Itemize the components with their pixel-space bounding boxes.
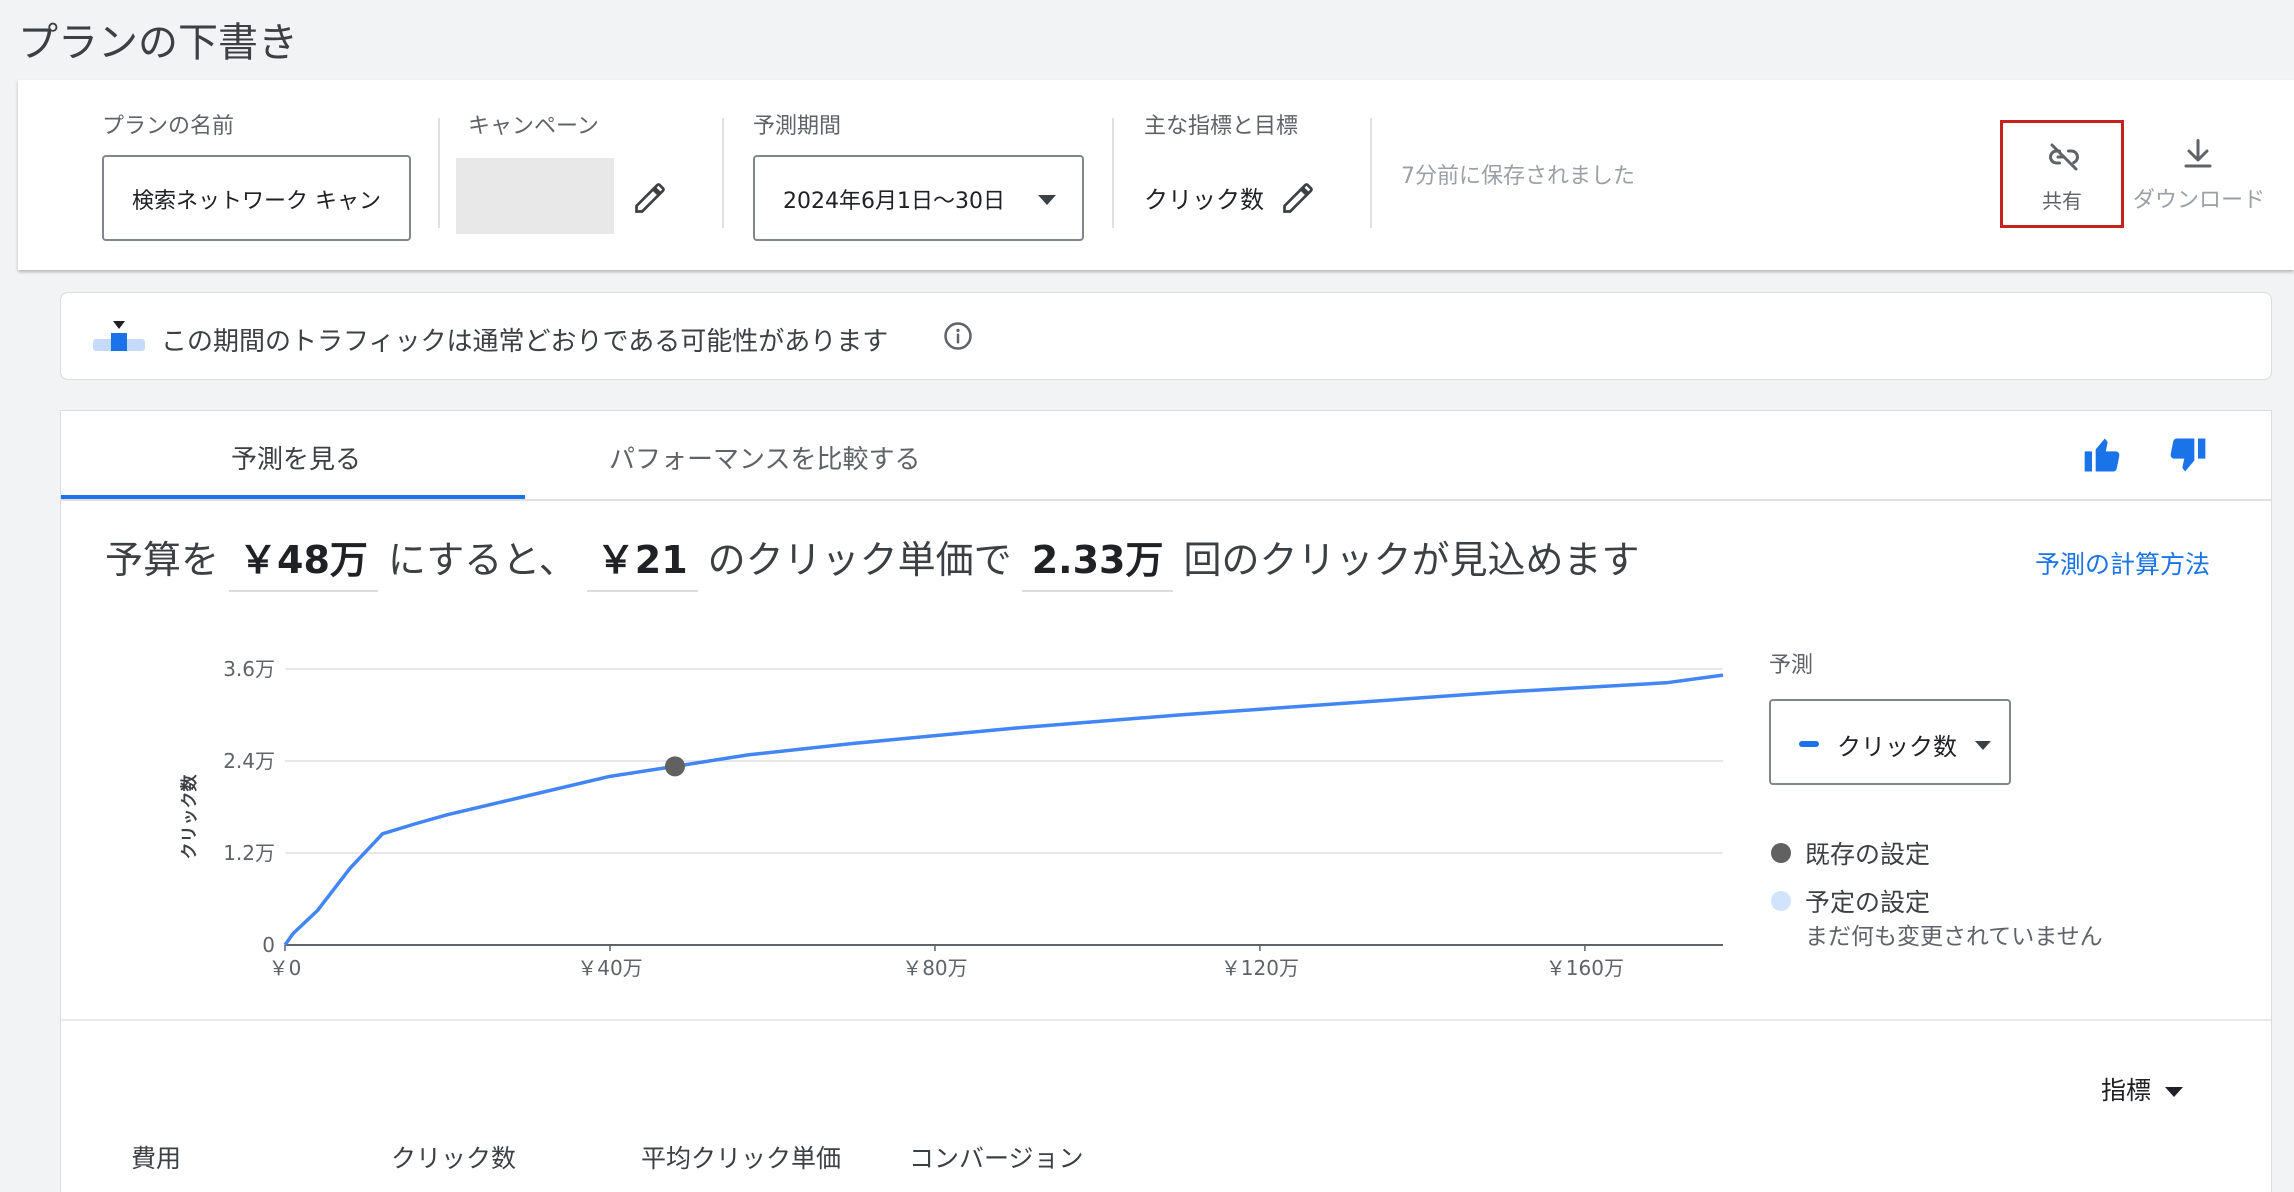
campaign-label: キャンペーン — [468, 114, 599, 139]
planned-setting-note: まだ何も変更されていません — [1805, 924, 2103, 950]
plan-name-input[interactable]: 検索ネットワーク キャン — [102, 155, 411, 241]
tab-compare-performance[interactable]: パフォーマンスを比較する — [609, 439, 920, 476]
clicks-value[interactable]: 2.33万 — [1021, 529, 1174, 592]
chevron-down-icon — [2165, 1087, 2184, 1097]
campaign-placeholder — [456, 158, 614, 234]
existing-setting-point — [664, 756, 685, 777]
column-header-avg-cpc[interactable]: 平均クリック単価 — [641, 1139, 841, 1175]
tab-bar: 予測を見る パフォーマンスを比較する — [61, 411, 2271, 501]
traffic-notice: この期間のトラフィックは通常どおりである可能性があります — [60, 292, 2272, 380]
existing-setting-dot — [1771, 843, 1791, 863]
summary-text: 予算を — [105, 538, 220, 582]
y-tick-label: 3.6万 — [223, 657, 275, 681]
existing-setting-label: 既存の設定 — [1805, 840, 1931, 869]
tab-forecast[interactable]: 予測を見る — [231, 439, 361, 476]
select-value: クリック数 — [1837, 733, 1957, 761]
calculation-method-link[interactable]: 予測の計算方法 — [2035, 545, 2210, 581]
metric-label: 主な指標と目標 — [1144, 114, 1299, 139]
chevron-down-icon — [1975, 741, 1991, 750]
forecast-metric-select[interactable]: クリック数 — [1769, 699, 2011, 785]
thumbs-up-icon[interactable] — [2081, 433, 2125, 477]
divider — [61, 1019, 2271, 1021]
share-label: 共有 — [2042, 189, 2082, 213]
forecast-card: 予測を見る パフォーマンスを比較する 予算を ￥48万 にすると、 ￥21 のクリック単… — [60, 410, 2272, 1192]
series-swatch — [1799, 741, 1819, 747]
legend-title: 予測 — [1769, 653, 1814, 678]
active-tab-indicator — [61, 495, 525, 499]
download-button[interactable]: ダウンロード — [2124, 120, 2274, 228]
metrics-dropdown[interactable]: 指標 — [2101, 1071, 2184, 1107]
metric-value: クリック数 — [1144, 186, 1264, 214]
summary-text: 回のクリックが見込めます — [1183, 538, 1640, 582]
edit-metric-icon[interactable] — [1280, 180, 1316, 216]
column-header-clicks[interactable]: クリック数 — [391, 1139, 516, 1175]
x-tick-label: ￥80万 — [902, 956, 967, 980]
summary-text: にすると、 — [387, 538, 577, 582]
period-select[interactable]: 2024年6月1日〜30日 — [753, 155, 1084, 241]
y-tick-label: 0 — [262, 933, 275, 957]
forecast-summary: 予算を ￥48万 にすると、 ￥21 のクリック単価で 2.33万 回のクリックが見込めます — [105, 529, 1639, 592]
thumbs-down-icon[interactable] — [2165, 433, 2209, 477]
budget-value[interactable]: ￥48万 — [229, 529, 378, 592]
x-tick-label: ￥120万 — [1221, 956, 1299, 980]
share-button[interactable]: 共有 — [2000, 120, 2124, 228]
download-label: ダウンロード — [2132, 188, 2265, 213]
traffic-level-icon — [93, 321, 145, 351]
summary-text: のクリック単価で — [707, 538, 1012, 582]
period-label: 予測期間 — [753, 114, 842, 139]
cpc-value[interactable]: ￥21 — [586, 529, 698, 592]
info-icon[interactable] — [943, 321, 973, 351]
y-tick-label: 1.2万 — [223, 841, 275, 865]
saved-status: 7分前に保存されました — [1401, 164, 1635, 189]
planned-setting-label: 予定の設定 — [1805, 888, 1931, 917]
metrics-dropdown-label: 指標 — [2101, 1076, 2152, 1105]
x-tick-label: ￥40万 — [577, 956, 642, 980]
chevron-down-icon — [1038, 195, 1056, 205]
divider — [722, 118, 724, 228]
planned-setting-dot — [1771, 891, 1791, 911]
plan-header-bar: プランの名前 検索ネットワーク キャン キャンペーン 予測期間 2024年6月1… — [18, 80, 2294, 270]
y-tick-label: 2.4万 — [223, 749, 275, 773]
plan-name-label: プランの名前 — [102, 114, 235, 139]
column-header-conversions[interactable]: コンバージョン — [909, 1139, 1084, 1175]
download-icon — [2184, 139, 2212, 168]
clicks-series-line — [283, 673, 1724, 947]
page-title: プランの下書き — [18, 20, 298, 66]
divider — [438, 118, 440, 228]
y-axis-title: クリック数 — [179, 774, 200, 860]
forecast-line-chart: 01.2万2.4万3.6万￥0￥40万￥80万￥120万￥160万費用クリック数 — [179, 657, 1724, 980]
column-header-cost[interactable]: 費用 — [131, 1139, 181, 1175]
notice-text: この期間のトラフィックは通常どおりである可能性があります — [161, 327, 889, 357]
divider — [1370, 118, 1372, 228]
period-value: 2024年6月1日〜30日 — [783, 189, 1005, 214]
x-tick-label: ￥160万 — [1546, 956, 1624, 980]
x-tick-label: ￥0 — [269, 956, 302, 980]
edit-campaign-icon[interactable] — [632, 180, 668, 216]
divider — [1112, 118, 1114, 228]
link-off-icon — [2049, 143, 2079, 171]
